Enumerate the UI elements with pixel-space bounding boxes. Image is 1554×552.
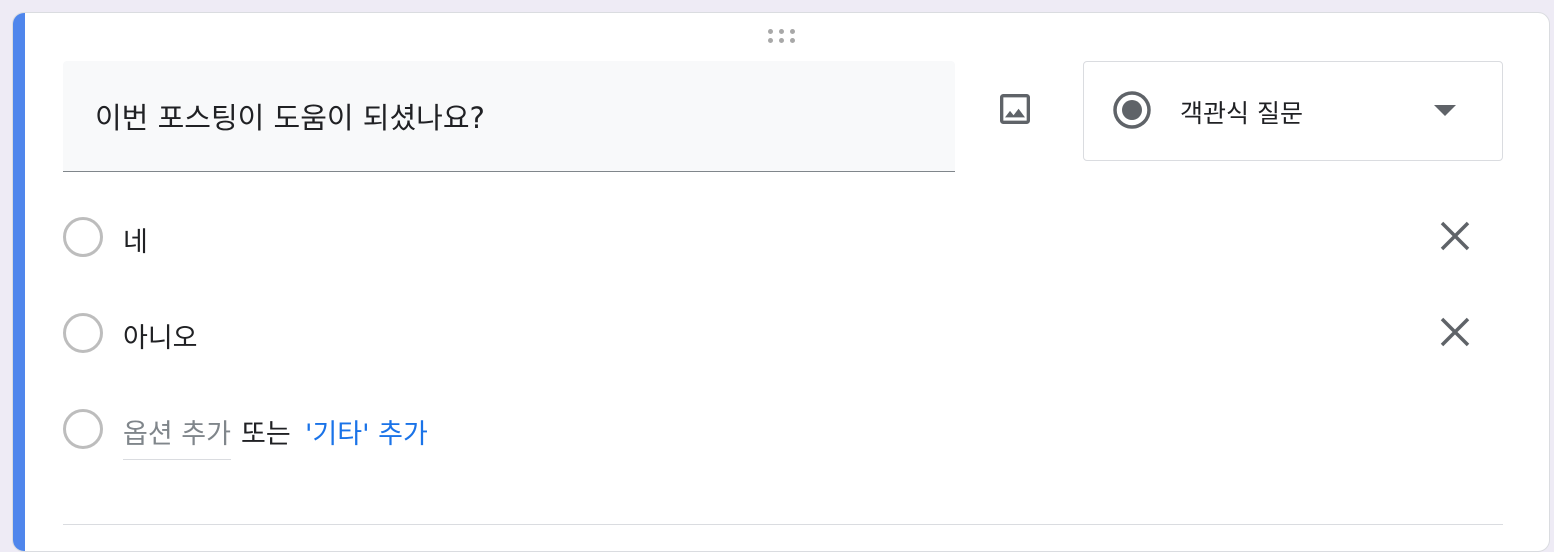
- question-type-label: 객관식 질문: [1180, 99, 1303, 128]
- drag-handle-icon[interactable]: [768, 29, 800, 45]
- card-accent-bar: [13, 13, 25, 551]
- close-icon[interactable]: [1437, 314, 1473, 350]
- radio-circle-icon: [63, 217, 103, 257]
- add-option-input[interactable]: 옵션 추가: [123, 412, 231, 460]
- add-other-link[interactable]: '기타' 추가: [305, 412, 428, 451]
- add-image-button[interactable]: [993, 87, 1037, 131]
- divider: [63, 524, 1503, 525]
- close-icon[interactable]: [1437, 218, 1473, 254]
- or-text: 또는: [241, 419, 291, 450]
- option-label[interactable]: 아니오: [123, 316, 198, 355]
- add-option-row: 옵션 추가 또는 '기타' 추가: [63, 399, 1503, 460]
- image-icon: [1000, 94, 1030, 124]
- dropdown-arrow-icon: [1434, 105, 1456, 116]
- question-type-dropdown[interactable]: 객관식 질문: [1083, 61, 1503, 161]
- radio-circle-icon: [63, 409, 103, 449]
- radio-button-checked-icon: [1113, 91, 1151, 129]
- option-row: 아니오: [63, 303, 1503, 363]
- option-row: 네: [63, 207, 1503, 267]
- question-title-field[interactable]: 이번 포스팅이 도움이 되셨나요?: [63, 61, 955, 172]
- option-label[interactable]: 네: [123, 220, 148, 259]
- question-card: 이번 포스팅이 도움이 되셨나요? 객관식 질문 네 아니오 옵션 추가 또는 …: [12, 12, 1550, 552]
- radio-circle-icon: [63, 313, 103, 353]
- question-title[interactable]: 이번 포스팅이 도움이 되셨나요?: [95, 95, 485, 137]
